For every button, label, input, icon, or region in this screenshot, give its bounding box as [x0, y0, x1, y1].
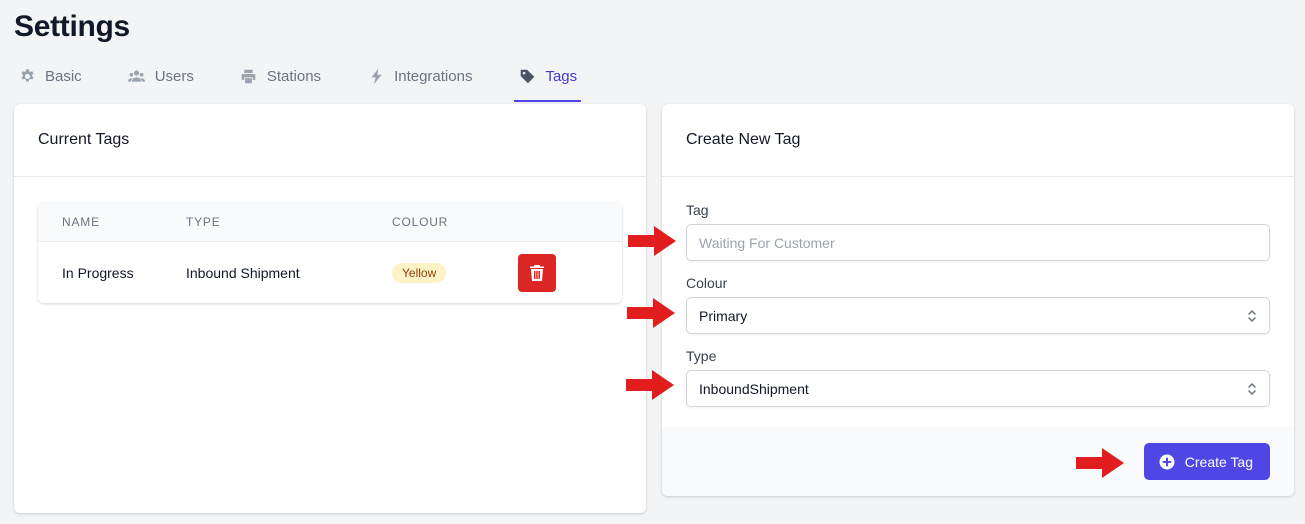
- users-icon: [128, 67, 146, 85]
- annotation-arrow-icon: [628, 226, 676, 256]
- tab-basic-label: Basic: [45, 67, 82, 85]
- tag-type-cell: Inbound Shipment: [186, 264, 300, 281]
- column-header-type: TYPE: [186, 214, 221, 229]
- trash-icon: [530, 264, 544, 281]
- type-select[interactable]: InboundShipment: [686, 370, 1270, 407]
- plus-circle-icon: [1159, 454, 1175, 469]
- tab-users-label: Users: [154, 67, 194, 85]
- colour-select[interactable]: Primary: [686, 297, 1270, 334]
- tab-basic[interactable]: Basic: [14, 60, 86, 92]
- create-tag-footer: Create Tag: [662, 427, 1294, 496]
- bolt-icon: [367, 67, 385, 85]
- create-tag-button-label: Create Tag: [1184, 453, 1253, 470]
- settings-tabs: Basic Users Stations Integrations Tags: [14, 60, 619, 102]
- tag-name-cell: In Progress: [62, 264, 134, 281]
- annotation-arrow-icon: [627, 298, 675, 328]
- gear-icon: [18, 67, 36, 85]
- create-tag-form: Tag Colour Primary Type InboundShipment: [662, 177, 1294, 427]
- annotation-arrow-icon: [1076, 448, 1124, 478]
- type-select-value: InboundShipment: [699, 380, 809, 397]
- column-header-colour: COLOUR: [392, 214, 449, 229]
- tab-tags-label: Tags: [545, 67, 578, 85]
- table-row: In Progress Inbound Shipment Yellow: [38, 242, 622, 303]
- create-tag-panel: Create New Tag Tag Colour Primary Type I…: [662, 104, 1294, 496]
- current-tags-panel: Current Tags NAME TYPE COLOUR In Progres…: [14, 104, 646, 513]
- printer-icon: [240, 67, 258, 85]
- colour-field-label: Colour: [686, 275, 728, 291]
- tag-colour-cell: Yellow: [392, 262, 518, 283]
- column-header-name: NAME: [62, 214, 100, 229]
- tag-name-input[interactable]: [686, 224, 1270, 261]
- select-chevron-icon: [1248, 382, 1256, 395]
- tab-stations[interactable]: Stations: [236, 60, 325, 92]
- annotation-arrow-icon: [626, 370, 674, 400]
- tag-icon: [518, 67, 536, 85]
- current-tags-title: Current Tags: [14, 104, 646, 177]
- tab-integrations-label: Integrations: [394, 67, 473, 85]
- colour-badge: Yellow: [392, 262, 447, 283]
- create-tag-title: Create New Tag: [662, 104, 1294, 177]
- select-chevron-icon: [1248, 309, 1256, 322]
- tag-actions-cell: [518, 253, 608, 292]
- tag-field-label: Tag: [686, 202, 709, 218]
- colour-field-group: Colour Primary: [686, 275, 1270, 334]
- page-title: Settings: [14, 10, 130, 43]
- tag-field-group: Tag: [686, 202, 1270, 261]
- tags-table-header: NAME TYPE COLOUR: [38, 202, 622, 242]
- type-field-group: Type InboundShipment: [686, 348, 1270, 407]
- type-field-label: Type: [686, 348, 717, 364]
- tab-tags[interactable]: Tags: [514, 60, 581, 102]
- tab-stations-label: Stations: [266, 67, 322, 85]
- colour-select-value: Primary: [699, 307, 748, 324]
- tags-table: NAME TYPE COLOUR In Progress Inbound Shi…: [38, 202, 622, 303]
- delete-tag-button[interactable]: [518, 253, 556, 292]
- tab-integrations[interactable]: Integrations: [363, 60, 476, 92]
- tab-users[interactable]: Users: [124, 60, 198, 92]
- create-tag-button[interactable]: Create Tag: [1143, 443, 1270, 480]
